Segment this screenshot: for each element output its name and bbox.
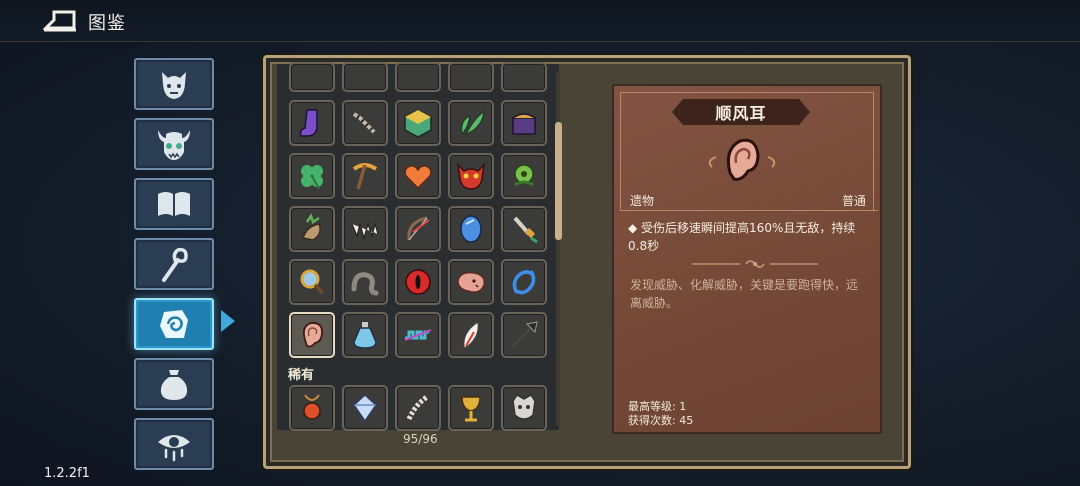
- back-arrow-icon[interactable]: [40, 8, 80, 34]
- detail-separator: [620, 210, 878, 211]
- grid-cell[interactable]: [342, 385, 388, 431]
- red-demon-mask-icon: [456, 162, 486, 190]
- grid-cell[interactable]: [289, 385, 335, 431]
- magnifying-glass-icon: [300, 269, 325, 295]
- item-name: 顺风耳: [715, 104, 767, 123]
- page-title: 图鉴: [88, 13, 126, 34]
- ear-icon: [706, 127, 778, 193]
- item-rarity: 普通: [842, 194, 867, 208]
- grid-cell[interactable]: [501, 206, 547, 252]
- grid-cell[interactable]: [501, 312, 547, 358]
- grey-worm-icon: [351, 272, 379, 296]
- golden-chalice-icon: [461, 396, 481, 422]
- grey-mask-icon: [512, 394, 536, 420]
- tab-relic[interactable]: [134, 298, 214, 350]
- sack-icon: [160, 370, 188, 400]
- bow-icon: [407, 216, 430, 241]
- grid-cell[interactable]: [395, 153, 441, 199]
- mandrake-root-icon: [302, 213, 321, 241]
- green-plant-monster-icon: [514, 164, 534, 187]
- imp-face-icon: [162, 72, 186, 99]
- grid-cell[interactable]: [289, 100, 335, 146]
- top-bar: 图鉴: [0, 0, 1080, 42]
- pickaxe-icon: [352, 163, 378, 190]
- ear-icon: [302, 322, 323, 348]
- horned-skull-icon: [158, 130, 190, 160]
- scrollbar-thumb[interactable]: [555, 122, 562, 240]
- green-dice-icon: [404, 109, 432, 138]
- grid-cell[interactable]: [289, 62, 335, 92]
- tab-boss[interactable]: [134, 118, 214, 170]
- grid-cell[interactable]: [395, 206, 441, 252]
- grid-cell[interactable]: [342, 62, 388, 92]
- grid-cell[interactable]: [501, 385, 547, 431]
- blue-swirl-icon: [512, 270, 536, 295]
- grid-cell[interactable]: [342, 259, 388, 305]
- open-book-icon: [158, 192, 190, 216]
- item-effect: ◆ 受伤后移速瞬间提高160%且无敌，持续0.8秒: [628, 221, 856, 253]
- tab-bag[interactable]: [134, 358, 214, 410]
- grid-cell[interactable]: [448, 100, 494, 146]
- grid-cell[interactable]: [395, 259, 441, 305]
- blue-potion-icon: [353, 322, 377, 349]
- item-name-plate: 顺风耳: [672, 99, 810, 125]
- grid-cell[interactable]: [289, 259, 335, 305]
- grid-cell[interactable]: [448, 259, 494, 305]
- ornament-divider: [690, 256, 820, 272]
- obtained-count-label: 获得次数: 45: [628, 414, 694, 427]
- grid-cell[interactable]: [395, 100, 441, 146]
- grid-cell[interactable]: [342, 206, 388, 252]
- grid-cell[interactable]: [501, 153, 547, 199]
- collection-count: 95/96: [403, 432, 438, 446]
- grid-cell-selected[interactable]: [289, 312, 335, 358]
- grid-cell[interactable]: [448, 153, 494, 199]
- bone-chain-icon: [352, 112, 376, 134]
- dripping-eye-icon: [158, 435, 190, 462]
- blue-gem-icon: [353, 393, 377, 423]
- four-leaf-clover-icon: [301, 165, 323, 190]
- green-leaves-icon: [461, 110, 485, 136]
- item-category: 遗物: [630, 194, 655, 208]
- grid-cell[interactable]: [448, 206, 494, 252]
- orange-heart-icon: [404, 165, 432, 190]
- grid-cell[interactable]: [289, 153, 335, 199]
- bone-spine-icon: [406, 394, 429, 421]
- purple-sock-icon: [299, 109, 318, 137]
- rare-section-label: 稀有: [288, 368, 315, 383]
- grid-cell[interactable]: [342, 100, 388, 146]
- item-flavor-text: 发现威胁、化解威胁，关键是要跑得快，远离威胁。: [630, 278, 859, 310]
- version-label: 1.2.2f1: [44, 466, 90, 481]
- tab-staff[interactable]: [134, 238, 214, 290]
- grid-cell[interactable]: [289, 206, 335, 252]
- relic-hand-icon: [160, 310, 188, 338]
- tab-monster[interactable]: [134, 58, 214, 110]
- grid-cell[interactable]: [342, 153, 388, 199]
- grid-cell[interactable]: [501, 100, 547, 146]
- staff-icon: [162, 247, 188, 282]
- grid-cell[interactable]: [448, 385, 494, 431]
- grid-cell[interactable]: [395, 385, 441, 431]
- rainbow-coil-icon: [404, 329, 432, 341]
- grid-cell[interactable]: [448, 312, 494, 358]
- grid-cell[interactable]: [395, 62, 441, 92]
- red-amulet-icon: [303, 394, 321, 420]
- tab-eye[interactable]: [134, 418, 214, 470]
- grid-cell[interactable]: [501, 62, 547, 92]
- grid-cell[interactable]: [395, 312, 441, 358]
- grid-cell[interactable]: [342, 312, 388, 358]
- white-feather-icon: [463, 321, 479, 349]
- pink-blob-icon: [457, 271, 486, 293]
- treasure-chest-icon: [512, 113, 536, 135]
- active-tab-pointer: [221, 310, 235, 332]
- fang-teeth-icon: [351, 221, 379, 241]
- black-spear-icon: [511, 321, 538, 348]
- grid-cell[interactable]: [448, 62, 494, 92]
- tab-book[interactable]: [134, 178, 214, 230]
- blue-crystal-icon: [460, 215, 482, 243]
- red-eye-icon: [405, 269, 431, 295]
- grid-cell[interactable]: [501, 259, 547, 305]
- golden-dagger-icon: [513, 216, 538, 244]
